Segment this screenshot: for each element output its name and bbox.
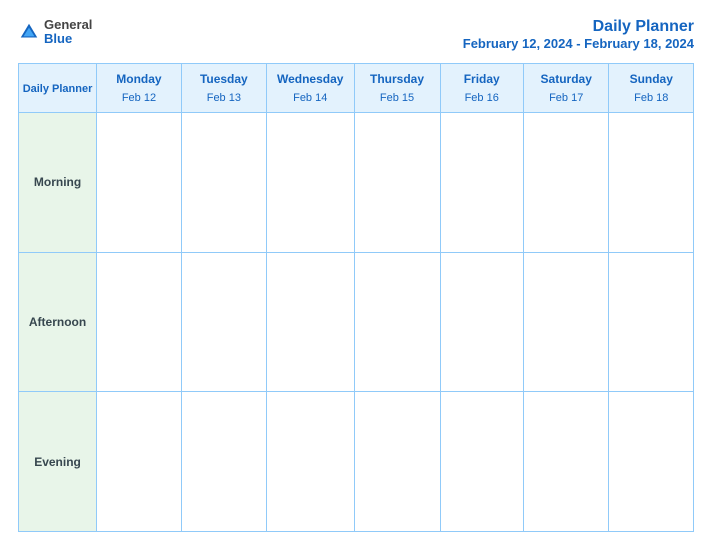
row-label-evening: Evening: [19, 392, 97, 532]
cell-evening-friday[interactable]: [440, 392, 523, 532]
cell-morning-tuesday[interactable]: [181, 113, 266, 253]
cell-afternoon-friday[interactable]: [440, 252, 523, 392]
table-row: Evening: [19, 392, 694, 532]
logo-icon: [18, 21, 40, 43]
cell-evening-sunday[interactable]: [609, 392, 694, 532]
cell-afternoon-thursday[interactable]: [354, 252, 440, 392]
row-label-morning: Morning: [19, 113, 97, 253]
col-header-sunday: SundayFeb 18: [609, 64, 694, 113]
cell-evening-tuesday[interactable]: [181, 392, 266, 532]
cell-morning-wednesday[interactable]: [266, 113, 354, 253]
cell-afternoon-saturday[interactable]: [523, 252, 609, 392]
col-header-thursday: ThursdayFeb 15: [354, 64, 440, 113]
planner-page: General Blue Daily Planner February 12, …: [0, 0, 712, 550]
logo-general: General: [44, 18, 92, 32]
col-header-tuesday: TuesdayFeb 13: [181, 64, 266, 113]
cell-evening-thursday[interactable]: [354, 392, 440, 532]
table-header: Daily PlannerMondayFeb 12TuesdayFeb 13We…: [19, 64, 694, 113]
col-header-wednesday: WednesdayFeb 14: [266, 64, 354, 113]
header-row: Daily PlannerMondayFeb 12TuesdayFeb 13We…: [19, 64, 694, 113]
planner-table: Daily PlannerMondayFeb 12TuesdayFeb 13We…: [18, 63, 694, 532]
cell-morning-friday[interactable]: [440, 113, 523, 253]
cell-afternoon-wednesday[interactable]: [266, 252, 354, 392]
logo-blue: Blue: [44, 32, 92, 46]
table-body: MorningAfternoonEvening: [19, 113, 694, 532]
cell-morning-sunday[interactable]: [609, 113, 694, 253]
table-row: Afternoon: [19, 252, 694, 392]
logo: General Blue: [18, 18, 92, 47]
date-range: February 12, 2024 - February 18, 2024: [463, 36, 694, 51]
page-title: Daily Planner: [463, 18, 694, 36]
cell-afternoon-sunday[interactable]: [609, 252, 694, 392]
cell-afternoon-tuesday[interactable]: [181, 252, 266, 392]
cell-morning-monday[interactable]: [97, 113, 182, 253]
page-header: General Blue Daily Planner February 12, …: [18, 18, 694, 51]
cell-morning-thursday[interactable]: [354, 113, 440, 253]
row-label-afternoon: Afternoon: [19, 252, 97, 392]
col-header-friday: FridayFeb 16: [440, 64, 523, 113]
cell-evening-monday[interactable]: [97, 392, 182, 532]
cell-afternoon-monday[interactable]: [97, 252, 182, 392]
col-header-monday: MondayFeb 12: [97, 64, 182, 113]
cell-morning-saturday[interactable]: [523, 113, 609, 253]
table-row: Morning: [19, 113, 694, 253]
cell-evening-wednesday[interactable]: [266, 392, 354, 532]
cell-evening-saturday[interactable]: [523, 392, 609, 532]
col-header-planner: Daily Planner: [19, 64, 97, 113]
title-area: Daily Planner February 12, 2024 - Februa…: [463, 18, 694, 51]
col-header-saturday: SaturdayFeb 17: [523, 64, 609, 113]
